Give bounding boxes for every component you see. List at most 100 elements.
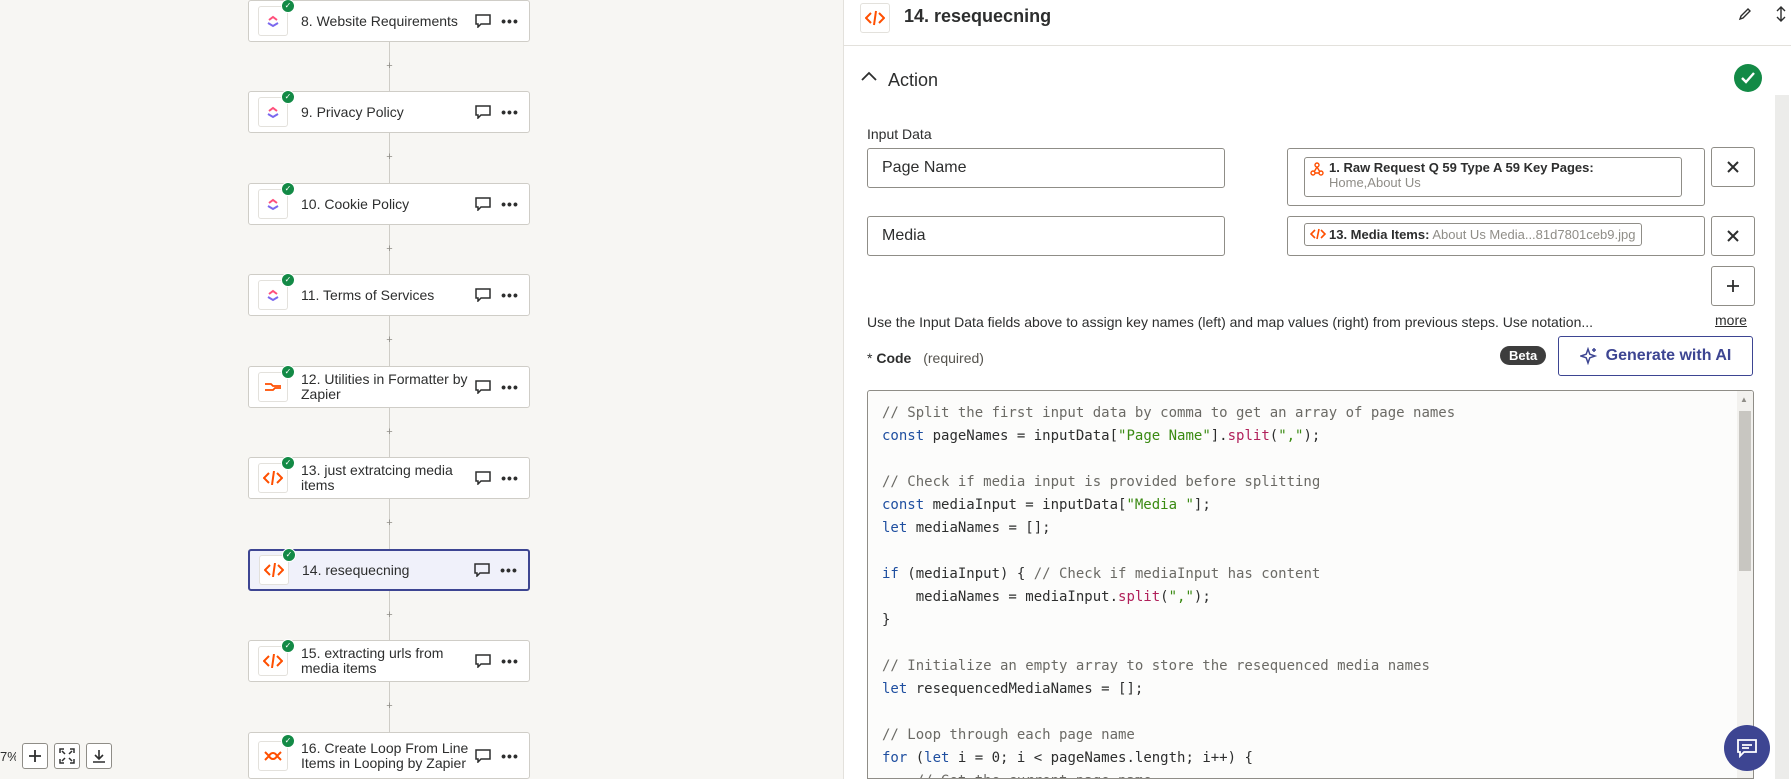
comment-icon[interactable] bbox=[475, 380, 491, 394]
check-badge-icon: ✓ bbox=[281, 182, 295, 196]
code-scrollbar[interactable]: ▲ bbox=[1737, 391, 1753, 778]
plus-icon bbox=[1727, 280, 1739, 292]
canvas-toolbar: 7% bbox=[0, 743, 112, 769]
panel-title: 14. resequecning bbox=[904, 6, 1052, 26]
generate-with-ai-button[interactable]: Generate with AI bbox=[1558, 336, 1753, 376]
scrollbar-thumb[interactable] bbox=[1739, 411, 1751, 571]
comment-icon[interactable] bbox=[475, 288, 491, 302]
beta-badge: Beta bbox=[1500, 346, 1547, 365]
workflow-canvas[interactable]: ✓ 8. Website Requirements ••• + ✓ 9. Privacy … bbox=[0, 0, 843, 779]
pencil-icon[interactable] bbox=[1738, 7, 1752, 21]
action-section-header[interactable]: Action bbox=[860, 62, 1762, 98]
input-data-label: Input Data bbox=[867, 126, 932, 142]
clickup-icon: ✓ bbox=[258, 273, 295, 310]
input-value-field[interactable]: 1. Raw Request Q 59 Type A 59 Key Pages:… bbox=[1287, 148, 1705, 206]
looping-icon: ✓ bbox=[258, 733, 295, 771]
more-options-icon[interactable]: ••• bbox=[501, 13, 519, 29]
add-step-button[interactable]: + bbox=[384, 335, 395, 346]
step-title: 12. Utilities in Formatter by Zapier bbox=[301, 371, 468, 402]
workflow-step[interactable]: ✓ 14. resequecning ••• bbox=[248, 548, 530, 591]
zoom-level: 7% bbox=[0, 748, 16, 764]
check-circle-icon bbox=[1734, 64, 1762, 92]
generate-button-label: Generate with AI bbox=[1605, 347, 1732, 364]
add-step-button[interactable]: + bbox=[384, 60, 395, 72]
more-options-icon[interactable]: ••• bbox=[501, 104, 519, 120]
mapped-value-pill[interactable]: 13. Media Items: About Us Media...81d780… bbox=[1304, 223, 1643, 246]
check-badge-icon: ✓ bbox=[281, 456, 295, 470]
step-editor-panel: 14. resequecning Action Input Data Page … bbox=[843, 0, 1791, 779]
section-title: Action bbox=[888, 70, 939, 90]
download-icon bbox=[93, 750, 105, 763]
fit-view-button[interactable] bbox=[54, 743, 80, 769]
panel-header: 14. resequecning bbox=[844, 0, 1791, 46]
expand-icon[interactable] bbox=[1774, 6, 1788, 22]
code-icon: ✓ bbox=[258, 456, 295, 493]
comment-icon[interactable] bbox=[475, 471, 491, 485]
input-key-field[interactable]: Media bbox=[867, 216, 1225, 256]
more-options-icon[interactable]: ••• bbox=[501, 653, 519, 669]
more-link[interactable]: more bbox=[1715, 312, 1747, 328]
comment-icon[interactable] bbox=[475, 197, 491, 211]
add-step-button[interactable]: + bbox=[384, 701, 395, 712]
input-data-hint: Use the Input Data fields above to assig… bbox=[867, 314, 1594, 330]
code-icon bbox=[860, 3, 890, 33]
more-options-icon[interactable]: ••• bbox=[501, 379, 519, 395]
workflow-step[interactable]: ✓ 10. Cookie Policy ••• bbox=[248, 182, 530, 225]
add-step-button[interactable]: + bbox=[384, 518, 395, 529]
comment-icon[interactable] bbox=[475, 14, 491, 28]
more-options-icon[interactable]: ••• bbox=[501, 287, 519, 303]
download-button[interactable] bbox=[86, 743, 112, 769]
fit-screen-icon bbox=[59, 748, 75, 764]
close-icon bbox=[1727, 230, 1739, 242]
mapped-value-pill[interactable]: 1. Raw Request Q 59 Type A 59 Key Pages:… bbox=[1304, 157, 1682, 197]
input-key-field[interactable]: Page Name bbox=[867, 148, 1225, 188]
plus-icon bbox=[29, 750, 41, 762]
comment-icon[interactable] bbox=[475, 748, 491, 763]
pill-value: About Us Media...81d7801ceb9.jpg bbox=[1432, 227, 1636, 242]
code-icon: ✓ bbox=[259, 548, 296, 585]
add-step-button[interactable]: + bbox=[384, 609, 395, 621]
add-input-row-button[interactable] bbox=[1711, 266, 1755, 306]
required-text: (required) bbox=[923, 350, 984, 366]
webhook-icon bbox=[1310, 162, 1324, 176]
add-step-button[interactable]: + bbox=[384, 152, 395, 163]
workflow-step[interactable]: ✓ 12. Utilities in Formatter by Zapier ••• bbox=[248, 365, 530, 408]
code-field-label: * Code (required) bbox=[867, 350, 984, 366]
panel-scrollbar[interactable] bbox=[1775, 95, 1789, 779]
remove-row-button[interactable] bbox=[1711, 216, 1755, 256]
workflow-step[interactable]: ✓ 11. Terms of Services ••• bbox=[248, 273, 530, 316]
zoom-in-button[interactable] bbox=[22, 743, 48, 769]
workflow-step[interactable]: ✓ 8. Website Requirements ••• bbox=[248, 0, 530, 42]
add-step-button[interactable]: + bbox=[384, 426, 395, 438]
code-editor[interactable]: // Split the first input data by comma t… bbox=[867, 390, 1754, 779]
workflow-step[interactable]: ✓ 9. Privacy Policy ••• bbox=[248, 90, 530, 133]
more-options-icon[interactable]: ••• bbox=[501, 470, 519, 486]
code-label-text: Code bbox=[876, 350, 912, 366]
check-badge-icon: ✓ bbox=[281, 0, 295, 13]
workflow-step[interactable]: ✓ 13. just extratcing media items ••• bbox=[248, 456, 530, 499]
comment-icon[interactable] bbox=[475, 105, 491, 119]
step-title: 11. Terms of Services bbox=[301, 286, 435, 303]
sparkle-icon bbox=[1579, 347, 1597, 365]
workflow-step[interactable]: ✓ 15. extracting urls from media items ••• bbox=[248, 639, 530, 682]
step-title: 16. Create Loop From Line Items in Loopi… bbox=[301, 739, 469, 771]
more-options-icon[interactable]: ••• bbox=[500, 562, 518, 578]
check-badge-icon: ✓ bbox=[281, 733, 295, 748]
comment-icon[interactable] bbox=[475, 654, 491, 668]
input-value-field[interactable]: 13. Media Items: About Us Media...81d780… bbox=[1287, 216, 1705, 256]
more-options-icon[interactable]: ••• bbox=[501, 748, 519, 764]
support-chat-button[interactable] bbox=[1724, 725, 1770, 771]
remove-row-button[interactable] bbox=[1711, 147, 1755, 187]
pill-value: Home,About Us bbox=[1329, 175, 1421, 190]
code-content[interactable]: // Split the first input data by comma t… bbox=[882, 402, 1455, 778]
step-title: 14. resequecning bbox=[302, 561, 410, 578]
add-step-button[interactable]: + bbox=[384, 243, 395, 255]
required-asterisk: * bbox=[867, 350, 873, 366]
workflow-step[interactable]: ✓ 16. Create Loop From Line Items in Loop… bbox=[248, 732, 530, 779]
check-badge-icon: ✓ bbox=[281, 90, 295, 104]
more-options-icon[interactable]: ••• bbox=[501, 196, 519, 212]
comment-icon[interactable] bbox=[474, 563, 490, 577]
check-badge-icon: ✓ bbox=[282, 548, 296, 562]
scroll-up-arrow-icon[interactable]: ▲ bbox=[1740, 395, 1748, 404]
chevron-up-icon bbox=[861, 71, 877, 81]
